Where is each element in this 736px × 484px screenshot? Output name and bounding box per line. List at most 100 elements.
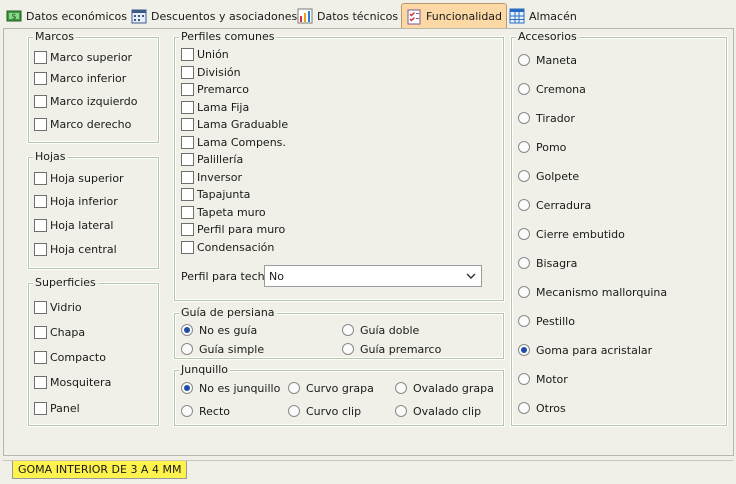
ovalado-grapa-radio[interactable]: Ovalado grapa (395, 380, 494, 396)
perfil-para-techo-select[interactable]: No (264, 265, 482, 287)
checkbox-box[interactable] (34, 350, 47, 364)
hoja-superior-checkbox[interactable]: Hoja superior (34, 170, 124, 186)
checkbox-box[interactable] (181, 65, 194, 79)
radio-button[interactable] (181, 324, 193, 336)
guia-doble-radio[interactable]: Guía doble (342, 322, 419, 338)
palilleria-checkbox[interactable]: Palillería (181, 151, 243, 167)
radio-button[interactable] (395, 382, 407, 394)
checkbox-box[interactable] (181, 240, 194, 254)
hoja-lateral-checkbox[interactable]: Hoja lateral (34, 217, 114, 233)
inversor-checkbox[interactable]: Inversor (181, 169, 242, 185)
checkbox-box[interactable] (34, 300, 47, 314)
radio-button[interactable] (518, 170, 530, 182)
checkbox-box[interactable] (34, 325, 47, 339)
radio-button[interactable] (342, 343, 354, 355)
tab-descuentos[interactable]: Descuentos y asociadones (127, 4, 301, 28)
radio-button[interactable] (395, 405, 407, 417)
cremona-radio[interactable]: Cremona (518, 81, 586, 97)
radio-button[interactable] (518, 344, 530, 356)
checkbox-box[interactable] (181, 135, 194, 149)
radio-button[interactable] (181, 382, 193, 394)
radio-button[interactable] (518, 83, 530, 95)
lama-fija-checkbox[interactable]: Lama Fija (181, 99, 249, 115)
tab-datos-tecnicos[interactable]: Datos técnicos (293, 4, 402, 28)
cierre-embutido-radio[interactable]: Cierre embutido (518, 226, 625, 242)
checkbox-box[interactable] (34, 375, 47, 389)
checkbox-box[interactable] (181, 205, 194, 219)
tab-datos-economicos[interactable]: $ Datos económicos (2, 4, 131, 28)
goma-para-acristalar-radio[interactable]: Goma para acristalar (518, 342, 652, 358)
panel-checkbox[interactable]: Panel (34, 400, 80, 416)
checkbox-box[interactable] (34, 401, 47, 415)
radio-button[interactable] (518, 257, 530, 269)
no-es-guia-radio[interactable]: No es guía (181, 322, 257, 338)
marco-superior-checkbox[interactable]: Marco superior (34, 49, 132, 65)
radio-button[interactable] (518, 199, 530, 211)
recto-radio[interactable]: Recto (181, 403, 230, 419)
checkbox-box[interactable] (34, 194, 47, 208)
union-checkbox[interactable]: Unión (181, 46, 229, 62)
checkbox-box[interactable] (34, 242, 47, 256)
radio-button[interactable] (518, 112, 530, 124)
radio-button[interactable] (181, 405, 193, 417)
condensacion-checkbox[interactable]: Condensación (181, 239, 274, 255)
radio-button[interactable] (518, 228, 530, 240)
mosquitera-checkbox[interactable]: Mosquitera (34, 374, 111, 390)
lama-compens-checkbox[interactable]: Lama Compens. (181, 134, 286, 150)
otros-radio[interactable]: Otros (518, 400, 566, 416)
checkbox-box[interactable] (34, 71, 47, 85)
pestillo-radio[interactable]: Pestillo (518, 313, 575, 329)
checkbox-box[interactable] (181, 117, 194, 131)
checkbox-box[interactable] (181, 170, 194, 184)
checkbox-box[interactable] (181, 187, 194, 201)
vidrio-checkbox[interactable]: Vidrio (34, 299, 82, 315)
tab-funcionalidad[interactable]: Funcionalidad (401, 3, 508, 29)
tab-almacen[interactable]: Almacén (505, 4, 581, 28)
division-checkbox[interactable]: División (181, 64, 241, 80)
checkbox-box[interactable] (181, 152, 194, 166)
checkbox-box[interactable] (181, 100, 194, 114)
curvo-clip-radio[interactable]: Curvo clip (288, 403, 361, 419)
pomo-radio[interactable]: Pomo (518, 139, 566, 155)
radio-button[interactable] (518, 54, 530, 66)
chapa-checkbox[interactable]: Chapa (34, 324, 85, 340)
marco-derecho-checkbox[interactable]: Marco derecho (34, 116, 131, 132)
hoja-inferior-checkbox[interactable]: Hoja inferior (34, 193, 118, 209)
checkbox-box[interactable] (34, 94, 47, 108)
marco-inferior-checkbox[interactable]: Marco inferior (34, 70, 126, 86)
curvo-grapa-radio[interactable]: Curvo grapa (288, 380, 374, 396)
guia-simple-radio[interactable]: Guía simple (181, 341, 264, 357)
mecanismo-mallorquina-radio[interactable]: Mecanismo mallorquina (518, 284, 667, 300)
checkbox-box[interactable] (181, 47, 194, 61)
hoja-central-checkbox[interactable]: Hoja central (34, 241, 117, 257)
radio-button[interactable] (288, 405, 300, 417)
no-es-junquillo-radio[interactable]: No es junquillo (181, 380, 280, 396)
tirador-radio[interactable]: Tirador (518, 110, 575, 126)
radio-button[interactable] (518, 286, 530, 298)
radio-button[interactable] (342, 324, 354, 336)
maneta-radio[interactable]: Maneta (518, 52, 577, 68)
radio-button[interactable] (518, 402, 530, 414)
golpete-radio[interactable]: Golpete (518, 168, 579, 184)
chevron-down-icon[interactable] (466, 271, 476, 281)
premarco-checkbox[interactable]: Premarco (181, 81, 249, 97)
status-tab[interactable]: GOMA INTERIOR DE 3 A 4 MM (12, 461, 188, 479)
tapeta-muro-checkbox[interactable]: Tapeta muro (181, 204, 266, 220)
ovalado-clip-radio[interactable]: Ovalado clip (395, 403, 481, 419)
checkbox-box[interactable] (34, 50, 47, 64)
radio-button[interactable] (518, 373, 530, 385)
checkbox-box[interactable] (34, 171, 47, 185)
radio-button[interactable] (518, 315, 530, 327)
motor-radio[interactable]: Motor (518, 371, 568, 387)
cerradura-radio[interactable]: Cerradura (518, 197, 591, 213)
radio-button[interactable] (518, 141, 530, 153)
tapajunta-checkbox[interactable]: Tapajunta (181, 186, 250, 202)
marco-izquierdo-checkbox[interactable]: Marco izquierdo (34, 93, 137, 109)
guia-premarco-radio[interactable]: Guía premarco (342, 341, 441, 357)
radio-button[interactable] (288, 382, 300, 394)
radio-button[interactable] (181, 343, 193, 355)
lama-graduable-checkbox[interactable]: Lama Graduable (181, 116, 288, 132)
perfil-para-muro-checkbox[interactable]: Perfil para muro (181, 221, 285, 237)
checkbox-box[interactable] (181, 82, 194, 96)
checkbox-box[interactable] (181, 222, 194, 236)
